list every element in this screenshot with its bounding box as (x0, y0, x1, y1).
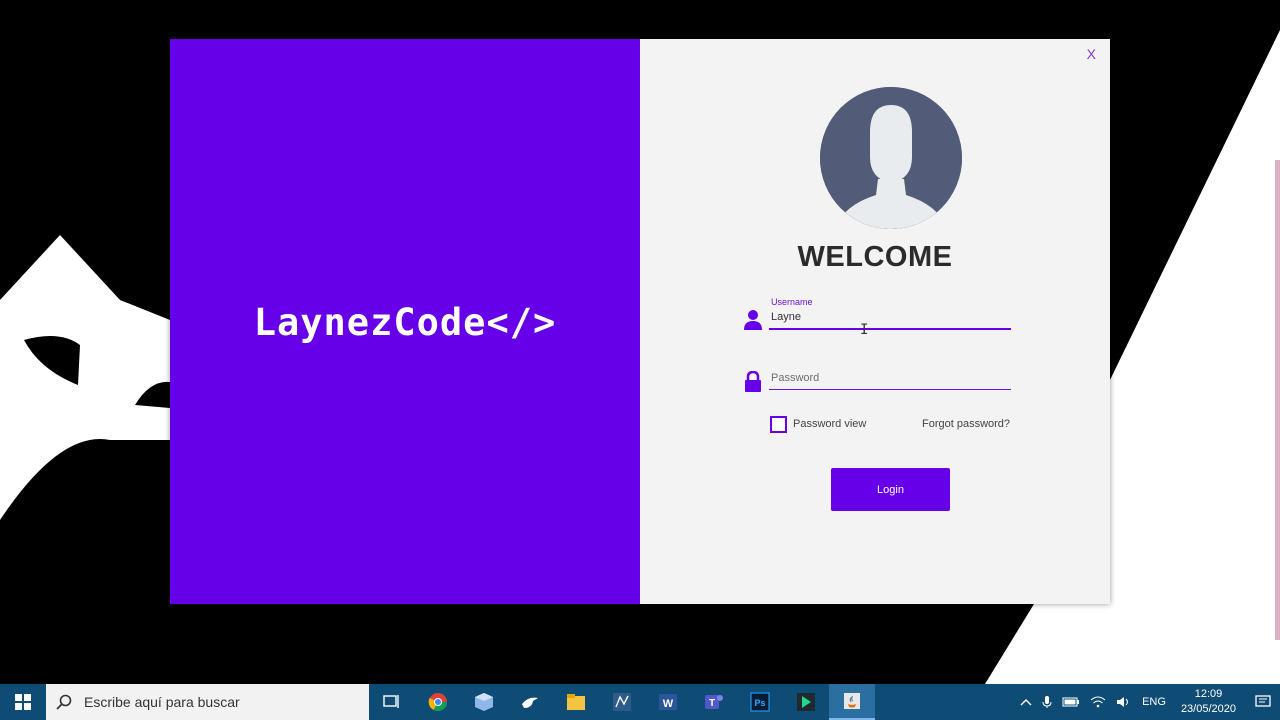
user-avatar-icon (820, 87, 962, 229)
welcome-title: WELCOME (797, 241, 953, 273)
taskbar: Escribe aquí para buscar W T Ps ENG 12:0… (0, 684, 1280, 720)
clock-date: 23/05/2020 (1180, 703, 1236, 715)
search-placeholder: Escribe aquí para buscar (84, 694, 240, 710)
bird-app-icon[interactable] (507, 684, 553, 720)
login-button[interactable]: Login (831, 468, 950, 511)
text-cursor-icon: I (860, 322, 869, 338)
code-editor-icon[interactable] (783, 684, 829, 720)
svg-text:T: T (709, 698, 715, 709)
brand-panel: LaynezCode</> (170, 39, 640, 604)
start-button[interactable] (0, 684, 46, 720)
system-tray: ENG 12:09 23/05/2020 (1015, 684, 1280, 720)
file-explorer-icon[interactable] (553, 684, 599, 720)
close-button[interactable]: X (1083, 44, 1100, 64)
password-view-label: Password view (793, 418, 867, 430)
taskbar-search-box[interactable]: Escribe aquí para buscar (46, 684, 369, 720)
clock-time: 12:09 (1194, 688, 1223, 700)
username-label: Username (771, 297, 813, 307)
battery-icon[interactable] (1057, 697, 1085, 707)
svg-text:W: W (663, 698, 674, 710)
windows-logo-icon (15, 694, 31, 710)
brand-logo: LaynezCode</> (253, 301, 557, 344)
word-icon[interactable]: W (645, 684, 691, 720)
username-underline (769, 328, 1011, 330)
java-app-icon[interactable] (829, 684, 875, 720)
chrome-icon[interactable] (415, 684, 461, 720)
clock[interactable]: 12:09 23/05/2020 (1171, 687, 1246, 717)
lock-icon (744, 370, 762, 393)
chevron-up-icon[interactable] (1015, 698, 1037, 706)
password-underline (769, 389, 1011, 390)
forgot-password-link[interactable]: Forgot password? (922, 418, 1010, 430)
language-indicator[interactable]: ENG (1137, 696, 1171, 708)
password-view-checkbox[interactable] (770, 416, 787, 433)
volume-icon[interactable] (1111, 696, 1137, 708)
photoshop-icon[interactable]: Ps (737, 684, 783, 720)
task-view-icon[interactable] (369, 684, 415, 720)
microphone-icon[interactable] (1037, 695, 1057, 709)
password-input[interactable] (769, 369, 1011, 389)
username-input[interactable] (769, 308, 1011, 328)
username-field[interactable]: Username (769, 297, 1011, 330)
search-icon (56, 694, 72, 710)
netbeans-icon[interactable] (599, 684, 645, 720)
password-field[interactable] (769, 368, 1011, 390)
user-icon (744, 309, 762, 331)
svg-text:Ps: Ps (754, 698, 765, 708)
notification-icon[interactable] (1246, 695, 1280, 709)
virtualbox-icon[interactable] (461, 684, 507, 720)
login-window: LaynezCode</> X WELCOME Username I (170, 39, 1110, 604)
teams-icon[interactable]: T (691, 684, 737, 720)
wifi-icon[interactable] (1085, 696, 1111, 708)
